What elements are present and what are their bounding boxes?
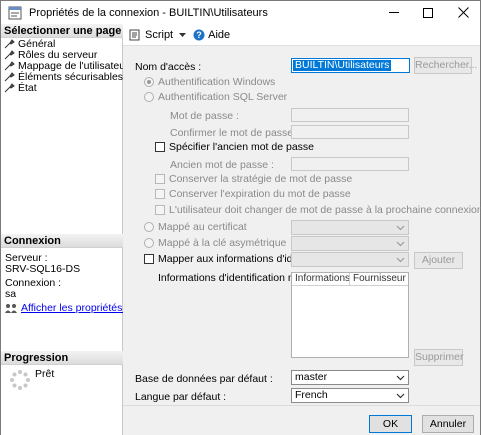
chevron-down-icon	[396, 225, 405, 231]
credential-column-header[interactable]: Informations ...	[292, 273, 350, 286]
default-database-dropdown[interactable]: master	[291, 370, 409, 385]
server-value: SRV-SQL16-DS	[5, 263, 81, 275]
enforce-policy-label: Conserver la stratégie de mot de passe	[169, 173, 353, 185]
select-page-header: Sélectionner une page	[1, 24, 123, 38]
default-database-value: master	[295, 371, 328, 383]
sql-auth-radio[interactable]	[144, 92, 154, 102]
login-name-value: BUILTIN\Utilisateurs	[293, 59, 392, 71]
confirm-password-label: Confirmer le mot de passe :	[170, 127, 299, 139]
password-label: Mot de passe :	[170, 110, 239, 122]
connection-header: Connexion	[1, 234, 123, 248]
page-item-general[interactable]: Général	[4, 38, 55, 50]
progress-status: Prêt	[35, 368, 55, 380]
dialog-footer: OK Annuler	[123, 405, 480, 435]
close-icon	[457, 7, 469, 18]
maximize-icon	[423, 7, 433, 18]
progress-header: Progression	[1, 351, 123, 365]
chevron-down-icon	[396, 375, 405, 381]
left-pane: Sélectionner une page Général Rôles du s…	[1, 24, 129, 435]
map-credential-checkbox[interactable]	[144, 254, 154, 264]
must-change-label: L'utilisateur doit changer de mot de pas…	[169, 204, 481, 216]
chevron-down-icon	[179, 32, 187, 37]
old-password-label: Ancien mot de passe :	[170, 159, 274, 171]
help-icon: ?	[193, 29, 205, 40]
windows-auth-radio[interactable]	[144, 77, 154, 87]
wrench-icon	[4, 38, 15, 48]
minimize-icon	[389, 12, 399, 13]
asymmetric-key-dropdown[interactable]	[291, 236, 409, 251]
page-item-securables[interactable]: Éléments sécurisables	[4, 71, 123, 83]
connection-properties-icon	[5, 304, 17, 313]
properties-window-icon	[7, 5, 23, 21]
old-password-input[interactable]	[291, 157, 409, 171]
login-name-input[interactable]: BUILTIN\Utilisateurs	[291, 58, 410, 73]
cancel-button[interactable]: Annuler	[422, 415, 474, 433]
chevron-down-icon	[396, 257, 405, 263]
page-item-status[interactable]: État	[4, 81, 37, 94]
page-item-user-mapping[interactable]: Mappage de l'utilisateur	[4, 60, 129, 72]
enforce-expiration-checkbox[interactable]	[155, 189, 165, 199]
certificate-dropdown[interactable]	[291, 220, 409, 235]
window-title: Propriétés de la connexion - BUILTIN\Uti…	[29, 6, 268, 19]
script-label: Script	[145, 28, 174, 41]
specify-old-password-checkbox[interactable]	[155, 142, 165, 152]
windows-auth-label: Authentification Windows	[158, 76, 276, 88]
wrench-icon	[4, 60, 15, 70]
search-button[interactable]: Rechercher...	[414, 57, 477, 74]
chevron-down-icon	[396, 393, 405, 399]
credential-dropdown[interactable]	[291, 252, 409, 267]
default-database-label: Base de données par défaut :	[135, 373, 273, 385]
minimize-button[interactable]	[377, 1, 411, 24]
ok-button[interactable]: OK	[369, 415, 412, 433]
default-language-value: French	[295, 389, 328, 401]
add-credential-button[interactable]: Ajouter	[414, 252, 463, 269]
login-properties-window: Propriétés de la connexion - BUILTIN\Uti…	[0, 0, 481, 435]
wrench-icon	[4, 49, 15, 59]
must-change-checkbox[interactable]	[155, 205, 165, 215]
page-item-server-roles[interactable]: Rôles du serveur	[4, 49, 97, 61]
help-button[interactable]: ? Aide	[193, 29, 230, 41]
password-input[interactable]	[291, 108, 409, 122]
mapped-asymmetric-key-radio[interactable]	[144, 238, 154, 248]
default-language-label: Langue par défaut :	[135, 391, 227, 403]
enforce-expiration-label: Conserver l'expiration du mot de passe	[169, 188, 351, 200]
toolbar: Script ? Aide	[123, 24, 480, 46]
remove-credential-button[interactable]: Supprimer	[414, 349, 463, 366]
mapped-certificate-radio[interactable]	[144, 222, 154, 232]
provider-column-header[interactable]: Fournisseur	[350, 273, 408, 286]
enforce-policy-checkbox[interactable]	[155, 174, 165, 184]
sql-auth-label: Authentification SQL Server	[158, 91, 288, 103]
progress-spinner-icon	[10, 370, 30, 390]
script-button[interactable]: Script	[129, 28, 187, 41]
mapped-certificate-label: Mappé au certificat	[158, 221, 247, 233]
wrench-icon	[4, 82, 15, 92]
script-icon	[129, 29, 140, 40]
svg-text:?: ?	[196, 30, 202, 40]
default-language-dropdown[interactable]: French	[291, 388, 409, 403]
mapped-asymmetric-key-label: Mappé à la clé asymétrique	[158, 237, 287, 249]
close-button[interactable]	[446, 1, 480, 24]
wrench-icon	[4, 71, 15, 81]
right-pane: Script ? Aide Nom d'accès : BUILTIN\Util…	[123, 24, 481, 405]
help-label: Aide	[208, 28, 231, 41]
confirm-password-input[interactable]	[291, 125, 409, 139]
chevron-down-icon	[396, 241, 405, 247]
mapped-credentials-list[interactable]: Informations ... Fournisseur	[291, 272, 409, 358]
title-bar: Propriétés de la connexion - BUILTIN\Uti…	[1, 1, 480, 24]
maximize-button[interactable]	[411, 1, 445, 24]
view-connection-properties-link[interactable]: Afficher les propriétés de connexion	[21, 302, 123, 314]
specify-old-password-label: Spécifier l'ancien mot de passe	[169, 141, 315, 153]
connection-value: sa	[5, 288, 17, 300]
login-name-label: Nom d'accès :	[135, 61, 202, 73]
page-item-label: État	[18, 81, 37, 94]
